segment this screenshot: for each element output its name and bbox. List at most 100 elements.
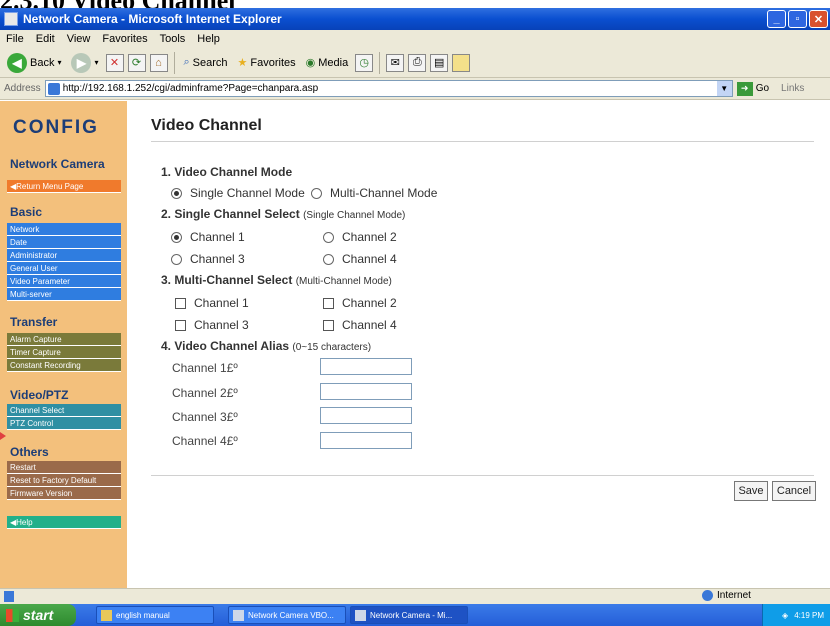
section-label: 4. Video Channel Alias	[161, 339, 290, 353]
taskbar-item-network-camera-vbo[interactable]: Network Camera VBO...	[228, 606, 346, 624]
radio-multi-channel-mode[interactable]: Multi-Channel Mode	[311, 186, 437, 200]
start-button[interactable]: start	[0, 604, 76, 626]
home-icon[interactable]: ⌂	[149, 53, 168, 72]
sidebar-item-alarm-capture[interactable]: Alarm Capture	[7, 333, 121, 346]
main-content: Video Channel 1. Video Channel Mode Sing…	[127, 101, 830, 588]
status-bar: Internet	[0, 588, 830, 604]
sidebar-item-timer-capture[interactable]: Timer Capture	[7, 346, 121, 359]
sidebar-item-multi-server[interactable]: Multi-server	[7, 288, 121, 301]
alias-label-channel-4: Channel 4£º	[172, 434, 238, 448]
ie-icon	[355, 609, 366, 621]
help-button[interactable]: ◀ Help	[7, 516, 121, 529]
save-button[interactable]: Save	[734, 481, 768, 501]
radio-selected-icon	[171, 231, 182, 243]
history-icon[interactable]: ◷	[355, 53, 374, 72]
menu-help[interactable]: Help	[197, 33, 220, 45]
radio-single-channel-4[interactable]: Channel 4	[323, 252, 397, 266]
alias-input-channel-3[interactable]	[320, 407, 412, 424]
folder-icon[interactable]	[452, 53, 471, 72]
alias-input-channel-1[interactable]	[320, 358, 412, 375]
alias-label-channel-3: Channel 3£º	[172, 410, 238, 424]
menu-tools[interactable]: Tools	[160, 33, 186, 45]
print-icon[interactable]: ⎙	[408, 53, 427, 72]
media-button[interactable]: ◉ Media	[303, 51, 352, 75]
taskbar-item-label: english manual	[116, 610, 170, 620]
radio-single-channel-1[interactable]: Channel 1	[171, 230, 245, 244]
menu-favorites[interactable]: Favorites	[102, 33, 147, 45]
sidebar-item-date[interactable]: Date	[7, 236, 121, 249]
window-title: Network Camera - Microsoft Internet Expl…	[23, 12, 282, 26]
radio-empty-icon	[171, 253, 182, 265]
radio-label: Single Channel Mode	[190, 186, 305, 200]
menu-file[interactable]: File	[6, 33, 24, 45]
sidebar-item-firmware-version[interactable]: Firmware Version	[7, 487, 121, 500]
checkbox-icon	[323, 319, 334, 331]
radio-single-channel-mode[interactable]: Single Channel Mode	[171, 186, 305, 200]
radio-single-channel-2[interactable]: Channel 2	[323, 230, 397, 244]
taskbar-item-network-camera-ie[interactable]: Network Camera - Mi...	[350, 606, 468, 624]
page-icon	[47, 82, 60, 95]
go-button[interactable]: ➜ Go	[736, 81, 769, 96]
checkbox-label: Channel 3	[194, 318, 249, 332]
mail-icon[interactable]: ✉	[386, 53, 405, 72]
forward-button[interactable]: ▶ ▾	[68, 51, 101, 75]
alias-input-channel-4[interactable]	[320, 432, 412, 449]
checkbox-multi-channel-1[interactable]: Channel 1	[175, 296, 249, 310]
sidebar-item-restart[interactable]: Restart	[7, 461, 121, 474]
menu-edit[interactable]: Edit	[36, 33, 55, 45]
favorites-label: Favorites	[250, 56, 296, 69]
go-arrow-icon: ➜	[736, 81, 753, 96]
minimize-icon[interactable]: _	[767, 10, 786, 28]
search-button[interactable]: ⌕ Search	[181, 51, 231, 75]
cancel-button[interactable]: Cancel	[772, 481, 816, 501]
close-icon[interactable]: ✕	[809, 10, 828, 28]
address-input[interactable]: http://192.168.1.252/cgi/adminframe?Page…	[44, 80, 733, 97]
sidebar-item-channel-select[interactable]: Channel Select	[7, 404, 121, 417]
checkbox-label: Channel 1	[194, 296, 249, 310]
media-label: Media	[318, 56, 349, 69]
favorites-button[interactable]: ★ Favorites	[235, 51, 299, 75]
sidebar-item-network[interactable]: Network	[7, 223, 121, 236]
search-label: Search	[192, 56, 228, 69]
sidebar-item-ptz-control[interactable]: PTZ Control	[7, 417, 121, 430]
radio-selected-icon	[171, 187, 182, 199]
radio-label: Channel 1	[190, 230, 245, 244]
alias-input-channel-2[interactable]	[320, 383, 412, 400]
forward-arrow-icon: ▶	[71, 52, 92, 73]
taskbar-item-english-manual[interactable]: english manual	[96, 606, 214, 624]
checkbox-multi-channel-3[interactable]: Channel 3	[175, 318, 249, 332]
window-titlebar[interactable]: Network Camera - Microsoft Internet Expl…	[0, 8, 830, 30]
links-button[interactable]: Links	[781, 83, 804, 94]
sidebar-item-video-parameter[interactable]: Video Parameter	[7, 275, 121, 288]
radio-single-channel-3[interactable]: Channel 3	[171, 252, 245, 266]
back-label: Back	[30, 56, 55, 69]
tray-icon[interactable]: ◈	[782, 611, 788, 620]
edit-icon[interactable]: ▤	[430, 53, 449, 72]
menu-bar: File Edit View Favorites Tools Help	[0, 30, 830, 48]
video-ptz-title: Video/PTZ	[10, 388, 69, 402]
radio-empty-icon	[323, 253, 334, 265]
return-menu-button[interactable]: ◀ Return Menu Page	[7, 180, 121, 193]
back-button[interactable]: ◀ Back ▾	[4, 51, 64, 75]
menu-view[interactable]: View	[67, 33, 91, 45]
others-title: Others	[10, 445, 49, 459]
transfer-title: Transfer	[10, 315, 58, 329]
sidebar-item-constant-recording[interactable]: Constant Recording	[7, 359, 121, 372]
sidebar-item-general-user[interactable]: General User	[7, 262, 121, 275]
refresh-icon[interactable]: ⟳	[127, 53, 146, 72]
system-tray: ◈ 4:19 PM	[762, 604, 830, 626]
chevron-down-icon[interactable]: ▼	[716, 81, 732, 96]
ie-icon	[4, 12, 18, 26]
radio-label: Channel 4	[342, 252, 397, 266]
sidebar-item-reset-factory[interactable]: Reset to Factory Default	[7, 474, 121, 487]
address-url: http://192.168.1.252/cgi/adminframe?Page…	[62, 83, 319, 94]
toolbar: ◀ Back ▾ ▶ ▾ ✕ ⟳ ⌂ ⌕ Search ★ Favorites …	[0, 48, 830, 78]
checkbox-multi-channel-2[interactable]: Channel 2	[323, 296, 397, 310]
windows-logo-icon	[6, 608, 19, 622]
address-label: Address	[4, 83, 41, 94]
section-label: 2. Single Channel Select	[161, 207, 300, 221]
stop-icon[interactable]: ✕	[105, 53, 124, 72]
checkbox-multi-channel-4[interactable]: Channel 4	[323, 318, 397, 332]
maximize-icon[interactable]: ▫	[788, 10, 807, 28]
sidebar-item-administrator[interactable]: Administrator	[7, 249, 121, 262]
